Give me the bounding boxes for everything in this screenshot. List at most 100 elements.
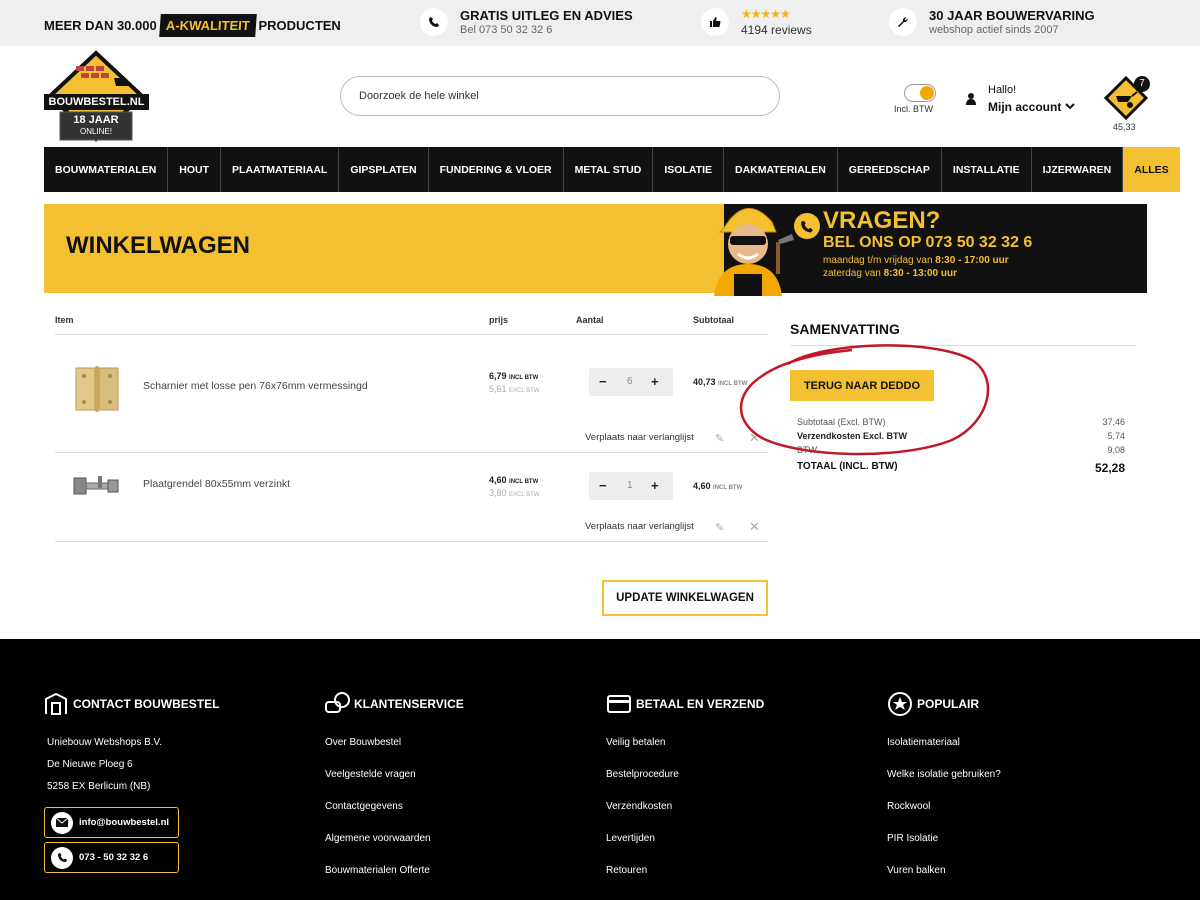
quantity-stepper: − 1 + <box>589 472 673 500</box>
move-to-wishlist-link[interactable]: Verplaats naar verlanglijst <box>585 432 694 443</box>
footer-city: 5258 EX Berlicum (NB) <box>47 781 151 792</box>
promo-prefix: MEER DAN 30.000 <box>44 18 157 33</box>
plus-icon[interactable]: + <box>651 478 659 493</box>
footer-link[interactable]: Rockwool <box>887 801 930 812</box>
minus-icon[interactable]: − <box>599 478 607 493</box>
footer-link[interactable]: PIR Isolatie <box>887 833 938 844</box>
wrench-icon <box>889 8 917 36</box>
email-button[interactable]: info@bouwbestel.nl <box>44 807 179 838</box>
nav-item-gipsplaten[interactable]: GIPSPLATEN <box>339 147 429 192</box>
remove-icon[interactable]: ✕ <box>749 430 760 446</box>
price-incl: 6,79 INCL BTW <box>489 371 538 381</box>
phone-icon <box>420 8 448 36</box>
footer-link[interactable]: Over Bouwbestel <box>325 737 401 748</box>
summary-shipping-row: Verzendkosten Excl. BTW 5,74 <box>797 431 1125 441</box>
star-icon <box>888 692 912 716</box>
plus-icon[interactable]: + <box>651 374 659 389</box>
vat-toggle-label: Incl. BTW <box>894 104 934 114</box>
nav-item-bouwmaterialen[interactable]: BOUWMATERIALEN <box>44 147 169 192</box>
column-header-subtotal: Subtotaal <box>693 315 735 325</box>
nav-item-isolatie[interactable]: ISOLATIE <box>653 147 724 192</box>
minus-icon[interactable]: − <box>599 374 607 389</box>
search-input[interactable]: Doorzoek de hele winkel <box>340 76 780 116</box>
quantity-value[interactable]: 1 <box>627 480 633 491</box>
row-subtotal-label: INCL BTW <box>718 381 748 387</box>
account-menu[interactable]: Mijn account <box>988 100 1076 114</box>
footer-link[interactable]: Vuren balken <box>887 865 946 876</box>
update-cart-button[interactable]: UPDATE WINKELWAGEN <box>602 580 768 616</box>
nav-item-dakmaterialen[interactable]: DAKMATERIALEN <box>724 147 838 192</box>
row-subtotal: 40,73 INCL BTW <box>693 377 747 387</box>
summary-subtotal-label: Subtotaal (Excl. BTW) <box>797 417 886 427</box>
hours-saturday: zaterdag van 8:30 - 13:00 uur <box>823 268 957 279</box>
banner-question: VRAGEN? <box>823 207 941 234</box>
page-banner: WINKELWAGEN <box>44 204 724 293</box>
cart-button[interactable]: 7 <box>1103 75 1150 121</box>
review-count[interactable]: 4194 reviews <box>741 23 812 37</box>
price-excl-value: 5,61 <box>489 384 507 394</box>
phone-button[interactable]: 073 - 50 32 32 6 <box>44 842 179 873</box>
footer-link[interactable]: Retouren <box>606 865 647 876</box>
cart-count-badge: 7 <box>1134 76 1150 92</box>
footer-link[interactable]: Verzendkosten <box>606 801 672 812</box>
move-to-wishlist-link[interactable]: Verplaats naar verlanglijst <box>585 521 694 532</box>
product-name[interactable]: Scharnier met losse pen 76x76mm vermessi… <box>143 380 368 392</box>
summary-vat-value: 9,08 <box>1107 445 1125 455</box>
hours-saturday-prefix: zaterdag van <box>823 268 884 279</box>
footer-link[interactable]: Veilig betalen <box>606 737 666 748</box>
column-header-item: Item <box>55 315 74 325</box>
summary-total-row: TOTAAL (INCL. BTW) 52,28 <box>797 461 1125 475</box>
user-icon <box>966 92 976 110</box>
rating-stars: ★★★★★ <box>741 7 791 21</box>
price-excl: 3,80 EXCL BTW <box>489 488 540 498</box>
quantity-stepper: − 6 + <box>589 368 673 396</box>
nav-item-metal-stud[interactable]: METAL STUD <box>564 147 654 192</box>
footer-link[interactable]: Bouwmaterialen Offerte <box>325 865 430 876</box>
edit-icon[interactable]: ✎ <box>715 432 724 445</box>
nav-item-gereedschap[interactable]: GEREEDSCHAP <box>838 147 942 192</box>
footer-link[interactable]: Contactgegevens <box>325 801 403 812</box>
vat-toggle[interactable] <box>904 84 936 102</box>
edit-icon[interactable]: ✎ <box>715 521 724 534</box>
experience-subtitle: webshop actief sinds 2007 <box>929 24 1059 36</box>
row-subtotal-value: 4,60 <box>693 481 711 491</box>
price-excl-label: EXCL BTW <box>509 388 540 394</box>
footer-link[interactable]: Bestelprocedure <box>606 769 679 780</box>
logo-online: ONLINE! <box>79 127 112 136</box>
product-name[interactable]: Plaatgrendel 80x55mm verzinkt <box>143 478 290 490</box>
summary-total-label: TOTAAL (INCL. BTW) <box>797 461 898 472</box>
summary-vat-label: BTW <box>797 445 817 455</box>
page-title: WINKELWAGEN <box>66 232 250 259</box>
chevron-down-icon <box>1065 103 1076 110</box>
summary-title: SAMENVATTING <box>790 321 900 337</box>
credit-card-icon <box>607 695 631 713</box>
footer-link[interactable]: Algemene voorwaarden <box>325 833 431 844</box>
banner-phone[interactable]: BEL ONS OP 073 50 32 32 6 <box>823 234 1032 252</box>
footer-link[interactable]: Levertijden <box>606 833 655 844</box>
footer-link[interactable]: Welke isolatie gebruiken? <box>887 769 1001 780</box>
greeting: Hallo! <box>988 84 1017 96</box>
product-image-bolt[interactable] <box>70 472 122 500</box>
footer-link[interactable]: Veelgestelde vragen <box>325 769 416 780</box>
site-footer: CONTACT BOUWBESTEL Uniebouw Webshops B.V… <box>0 639 1200 900</box>
main-navigation: BOUWMATERIALEN HOUT PLAATMATERIAAL GIPSP… <box>44 147 1180 192</box>
toggle-knob <box>920 86 934 100</box>
nav-item-plaatmateriaal[interactable]: PLAATMATERIAAL <box>221 147 340 192</box>
remove-icon[interactable]: ✕ <box>749 519 760 535</box>
nav-item-hout[interactable]: HOUT <box>168 147 222 192</box>
site-logo[interactable]: BOUWBESTEL.NL 18 JAAR ONLINE! <box>44 50 149 142</box>
top-info-bar: MEER DAN 30.000 A-KWALITEIT PRODUCTEN GR… <box>0 0 1200 46</box>
quantity-value[interactable]: 6 <box>627 376 633 387</box>
nav-item-ijzerwaren[interactable]: IJZERWAREN <box>1032 147 1124 192</box>
product-image-hinge[interactable] <box>70 364 122 414</box>
footer-payment-title: BETAAL EN VERZEND <box>636 697 765 711</box>
footer-link[interactable]: Isolatiemateriaal <box>887 737 960 748</box>
back-to-shop-button[interactable]: TERUG NAAR DEDDO <box>790 370 934 401</box>
footer-street: De Nieuwe Ploeg 6 <box>47 759 133 770</box>
nav-item-alles[interactable]: ALLES <box>1123 147 1180 192</box>
nav-item-installatie[interactable]: INSTALLATIE <box>942 147 1032 192</box>
summary-divider <box>790 345 1135 346</box>
nav-item-fundering-vloer[interactable]: FUNDERING & VLOER <box>429 147 564 192</box>
summary-vat-row: BTW 9,08 <box>797 445 1125 455</box>
row-subtotal: 4,60 INCL BTW <box>693 481 742 491</box>
